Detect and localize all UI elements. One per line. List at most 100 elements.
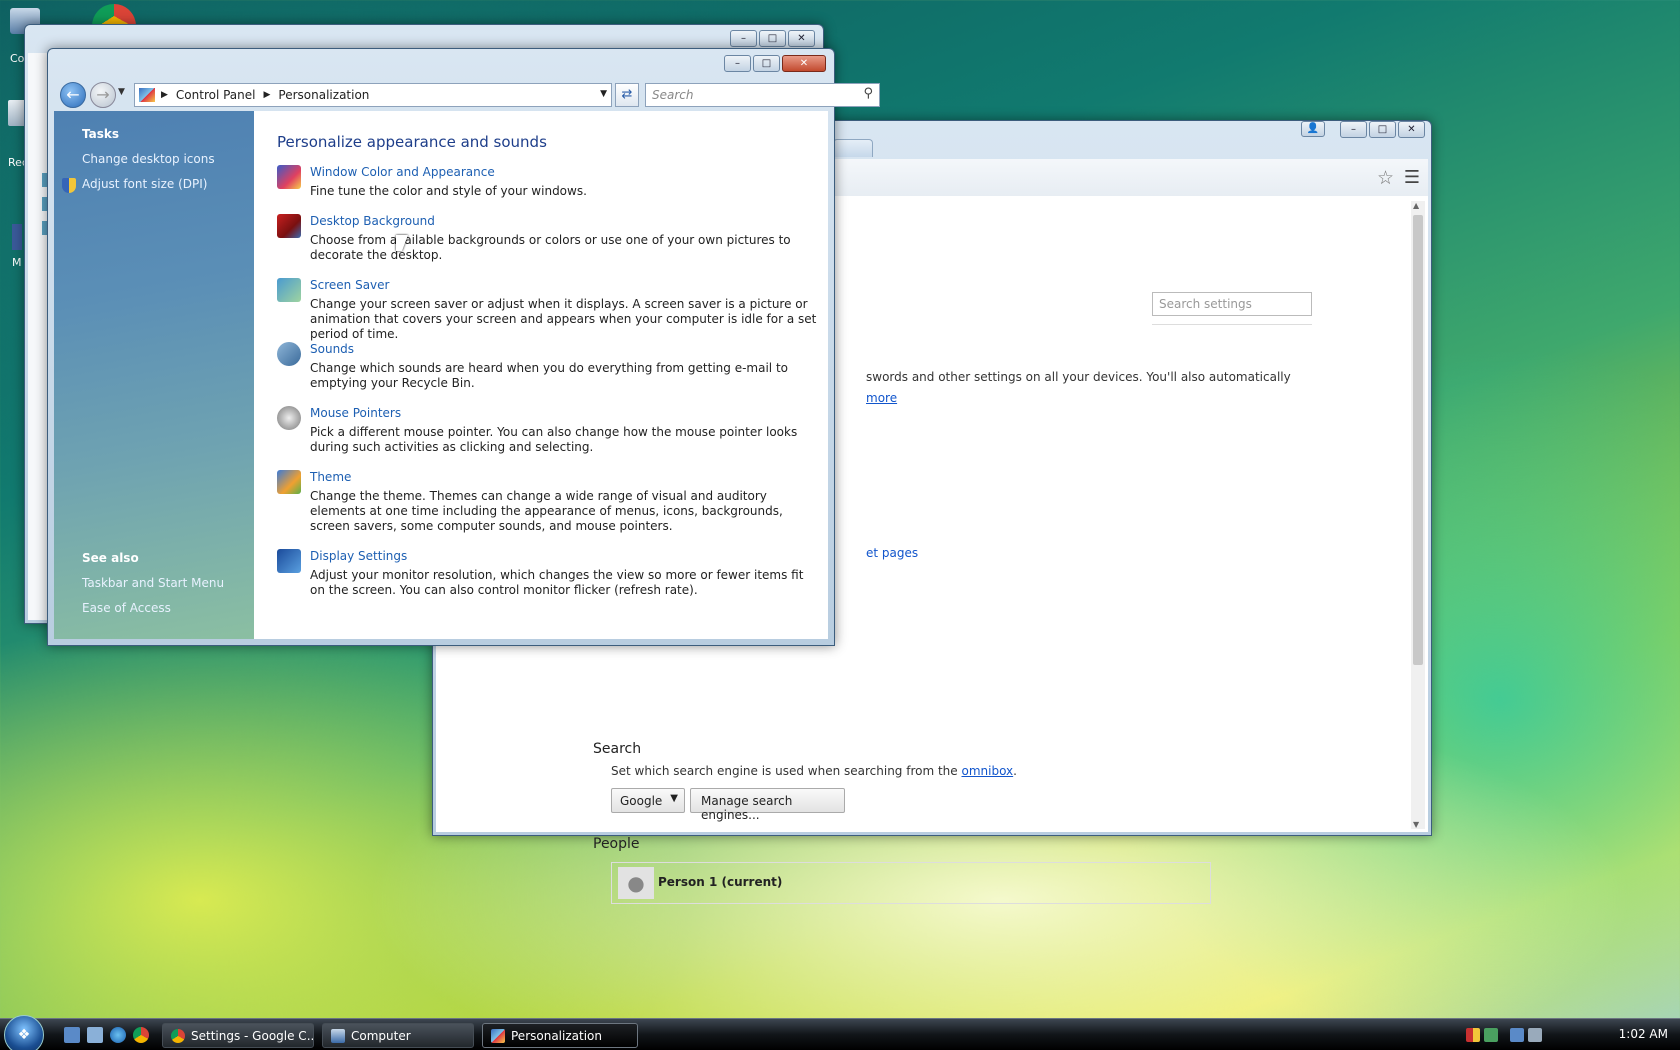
- computer-icon: [331, 1029, 345, 1043]
- search-input[interactable]: Search ⚲: [645, 83, 880, 107]
- item-title-link[interactable]: Desktop Background: [310, 214, 435, 228]
- dropdown-arrow-icon: ▼: [670, 793, 678, 804]
- see-also-taskbar[interactable]: Taskbar and Start Menu: [82, 576, 224, 590]
- desktop-icon-label: M: [12, 256, 22, 269]
- settings-search-input[interactable]: Search settings: [1152, 292, 1312, 316]
- task-pane: Tasks Change desktop icons Adjust font s…: [54, 111, 254, 639]
- search-description-suffix: .: [1013, 764, 1017, 778]
- person-row[interactable]: ● Person 1 (current): [611, 862, 1211, 904]
- see-also-heading: See also: [82, 551, 139, 565]
- refresh-button[interactable]: ⇄: [615, 83, 639, 107]
- taskbar-button-computer[interactable]: Computer: [322, 1023, 474, 1048]
- desktop-icon-label: Co: [10, 52, 25, 65]
- item-description: Choose from available backgrounds or col…: [310, 233, 791, 262]
- search-description: Set which search engine is used when sea…: [611, 764, 1017, 778]
- browser-tab[interactable]: [833, 139, 873, 157]
- breadcrumb-control-panel[interactable]: Control Panel: [176, 88, 256, 102]
- task-adjust-font-size[interactable]: Adjust font size (DPI): [82, 177, 207, 191]
- scrollbar-thumb[interactable]: [1413, 215, 1423, 665]
- clock[interactable]: 1:02 AM: [1619, 1027, 1668, 1041]
- taskbar-button-chrome[interactable]: Settings - Google C...: [162, 1023, 314, 1048]
- page-title: Personalize appearance and sounds: [277, 133, 547, 151]
- item-description: Change the theme. Themes can change a wi…: [310, 489, 783, 533]
- maximize-button[interactable]: □: [753, 55, 780, 72]
- security-shield-icon[interactable]: [1466, 1028, 1480, 1042]
- show-desktop-icon[interactable]: [64, 1027, 80, 1043]
- window-controls: – □ ✕: [1340, 121, 1425, 138]
- minimize-button[interactable]: –: [724, 55, 751, 72]
- navigation-bar: ← → ▼ ▶ Control Panel ▶ Personalization …: [54, 77, 880, 113]
- recent-pages-dropdown[interactable]: ▼: [118, 87, 125, 97]
- people-section-heading: People: [593, 836, 640, 852]
- switch-windows-icon[interactable]: [87, 1027, 103, 1043]
- mouse-pointers-icon: [277, 406, 301, 430]
- main-content: Personalize appearance and sounds Window…: [254, 111, 828, 639]
- internet-explorer-icon[interactable]: [110, 1027, 126, 1043]
- bookmark-star-icon[interactable]: ☆: [1377, 167, 1394, 189]
- item-title-link[interactable]: Screen Saver: [310, 278, 389, 292]
- maximize-button[interactable]: □: [759, 30, 786, 47]
- window-color-icon: [277, 165, 301, 189]
- minimize-button[interactable]: –: [730, 30, 757, 47]
- search-description-text: Set which search engine is used when sea…: [611, 764, 962, 778]
- shortcut-icon: [12, 224, 22, 250]
- chevron-right-icon[interactable]: ▶: [161, 90, 168, 100]
- taskbar-button-label: Computer: [351, 1029, 411, 1043]
- search-icon[interactable]: ⚲: [863, 86, 873, 101]
- divider: [1152, 324, 1312, 325]
- chevron-down-icon[interactable]: ▼: [600, 89, 607, 99]
- chrome-icon[interactable]: [133, 1027, 149, 1043]
- maximize-button[interactable]: □: [1369, 121, 1396, 138]
- item-title-link[interactable]: Window Color and Appearance: [310, 165, 495, 179]
- screen-saver-icon: [277, 278, 301, 302]
- omnibox-link[interactable]: omnibox: [961, 764, 1013, 778]
- control-panel-body: Tasks Change desktop icons Adjust font s…: [54, 111, 828, 639]
- volume-icon[interactable]: [1528, 1028, 1542, 1042]
- personalization-window[interactable]: – □ ✕ ← → ▼ ▶ Control Panel ▶ Personaliz…: [47, 48, 880, 646]
- forward-button[interactable]: →: [90, 82, 116, 108]
- minimize-button[interactable]: –: [1340, 121, 1367, 138]
- profile-icon[interactable]: 👤: [1301, 121, 1325, 137]
- address-bar[interactable]: ▶ Control Panel ▶ Personalization ▼: [134, 83, 612, 107]
- mouse-cursor-icon: [396, 235, 408, 251]
- item-description: Fine tune the color and style of your wi…: [310, 184, 587, 198]
- close-button[interactable]: ✕: [782, 55, 826, 72]
- window-controls: – □ ✕: [730, 30, 815, 47]
- scroll-down-icon[interactable]: ▼: [1413, 820, 1419, 829]
- chrome-icon: [171, 1029, 185, 1043]
- sounds-icon: [277, 342, 301, 366]
- start-button[interactable]: ❖: [4, 1015, 44, 1050]
- item-title-link[interactable]: Sounds: [310, 342, 354, 356]
- back-button[interactable]: ←: [60, 82, 86, 108]
- breadcrumb-personalization[interactable]: Personalization: [278, 88, 369, 102]
- item-title-link[interactable]: Display Settings: [310, 549, 407, 563]
- item-description: Pick a different mouse pointer. You can …: [310, 425, 798, 454]
- taskbar-button-personalization[interactable]: Personalization: [482, 1023, 638, 1048]
- item-title-link[interactable]: Theme: [310, 470, 351, 484]
- search-engine-select[interactable]: Google ▼: [611, 788, 685, 813]
- startup-pages-link[interactable]: et pages: [866, 546, 918, 560]
- item-description: Change which sounds are heard when you d…: [310, 361, 788, 390]
- vertical-scrollbar[interactable]: ▲ ▼: [1411, 201, 1425, 829]
- control-panel-icon: [139, 88, 155, 102]
- close-button[interactable]: ✕: [1398, 121, 1425, 138]
- close-button[interactable]: ✕: [788, 30, 815, 47]
- see-also-ease-of-access[interactable]: Ease of Access: [82, 601, 171, 615]
- item-description: Adjust your monitor resolution, which ch…: [310, 568, 804, 597]
- system-tray: 1:02 AM: [1460, 1019, 1680, 1050]
- theme-icon: [277, 470, 301, 494]
- uac-shield-icon: [62, 178, 76, 193]
- chevron-right-icon[interactable]: ▶: [264, 90, 271, 100]
- chrome-menu-icon[interactable]: ☰: [1404, 167, 1420, 188]
- item-title-link[interactable]: Mouse Pointers: [310, 406, 401, 420]
- desktop-icon-m[interactable]: M: [12, 224, 22, 269]
- tasks-heading: Tasks: [82, 127, 120, 141]
- network-icon[interactable]: [1510, 1028, 1524, 1042]
- learn-more-link[interactable]: more: [866, 391, 897, 405]
- manage-search-engines-button[interactable]: Manage search engines...: [690, 788, 845, 822]
- task-change-desktop-icons[interactable]: Change desktop icons: [82, 152, 215, 166]
- windows-update-icon[interactable]: [1484, 1028, 1498, 1042]
- scroll-up-icon[interactable]: ▲: [1413, 201, 1419, 210]
- person-name: Person 1 (current): [658, 875, 783, 889]
- sync-description: swords and other settings on all your de…: [866, 370, 1291, 384]
